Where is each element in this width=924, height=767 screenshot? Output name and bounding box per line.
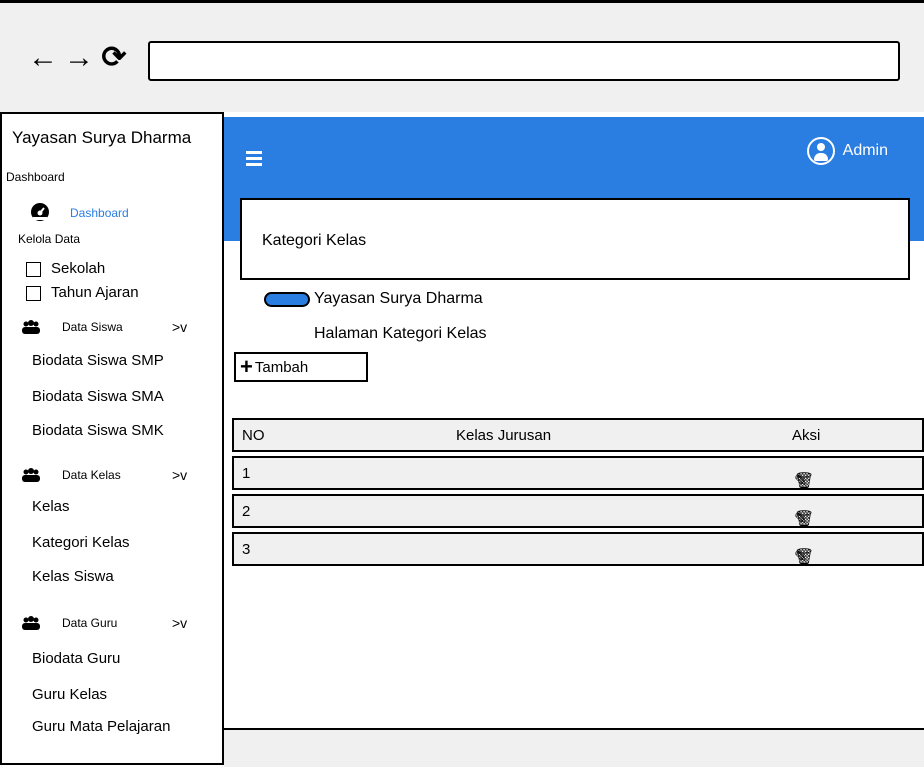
sidebar-group-label: Data Guru (62, 616, 118, 630)
checkbox-icon[interactable] (26, 261, 41, 277)
sidebar: Yayasan Surya Dharma Dashboard Dashboard… (0, 112, 224, 765)
sidebar-section-dashboard: Dashboard (6, 170, 65, 184)
users-icon (22, 468, 40, 482)
sidebar-item-kategori-kelas[interactable]: Kategori Kelas (32, 534, 130, 551)
sidebar-item-kelas[interactable]: Kelas (32, 498, 70, 515)
page-title-card: Kategori Kelas (240, 198, 910, 280)
checkbox-icon[interactable] (26, 285, 41, 301)
cell-no: 1 (242, 465, 251, 482)
cell-no: 2 (242, 503, 251, 520)
sidebar-item-label: Tahun Ajaran (51, 284, 139, 301)
sidebar-group-label: Data Siswa (62, 320, 123, 334)
sidebar-group-data-guru[interactable]: Data Guru >v (22, 615, 187, 631)
sidebar-section-kelola: Kelola Data (18, 232, 81, 246)
admin-user-menu[interactable]: Admin (806, 137, 888, 165)
user-avatar-icon (806, 137, 835, 165)
chevron-down-icon[interactable]: >v (172, 319, 187, 335)
sidebar-item-biodata-siswa-smk[interactable]: Biodata Siswa SMK (32, 422, 164, 439)
users-icon (22, 320, 40, 334)
admin-label: Admin (842, 142, 888, 159)
sidebar-item-dashboard[interactable]: Dashboard (70, 206, 129, 220)
browser-nav: ← → ⟳ (28, 43, 128, 73)
chevron-down-icon[interactable]: >v (172, 467, 187, 483)
sidebar-item-label: Sekolah (51, 260, 106, 277)
page-title: Kategori Kelas (262, 232, 367, 249)
delete-trash-icon[interactable]: 🗑 (794, 471, 814, 491)
sidebar-item-biodata-siswa-smp[interactable]: Biodata Siswa SMP (32, 352, 164, 369)
chevron-down-icon[interactable]: >v (172, 615, 187, 631)
dashboard-gauge-icon (31, 203, 49, 221)
footer-bar (224, 728, 924, 767)
sidebar-item-guru-kelas[interactable]: Guru Kelas (32, 686, 107, 703)
sidebar-item-biodata-guru[interactable]: Biodata Guru (32, 650, 120, 667)
sidebar-item-guru-mata-pelajaran[interactable]: Guru Mata Pelajaran (32, 718, 170, 735)
plus-icon: + (240, 354, 253, 379)
table-row: 2 ✎ 🗑 (232, 494, 924, 528)
sidebar-item-sekolah[interactable]: Sekolah (26, 260, 105, 277)
table-row: 3 ✎ 🗑 (232, 532, 924, 566)
sidebar-item-biodata-siswa-sma[interactable]: Biodata Siswa SMA (32, 388, 164, 405)
breadcrumb-item-home[interactable]: Yayasan Surya Dharma (314, 290, 483, 308)
sidebar-item-kelas-siswa[interactable]: Kelas Siswa (32, 568, 114, 585)
add-button-label: Tambah (254, 358, 309, 376)
sidebar-item-tahun-ajaran[interactable]: Tahun Ajaran (26, 284, 139, 301)
browser-toolbar: ← → ⟳ (0, 0, 924, 112)
breadcrumb-item-current: Halaman Kategori Kelas (314, 325, 487, 342)
delete-trash-icon[interactable]: 🗑 (794, 509, 814, 529)
url-bar[interactable] (148, 41, 900, 81)
column-header-no: NO (242, 427, 265, 444)
sidebar-brand: Yayasan Surya Dharma (12, 128, 192, 147)
table-header-row: NO Kelas Jurusan Aksi (232, 418, 924, 452)
hamburger-menu-icon[interactable] (246, 151, 262, 169)
kategori-kelas-table: NO Kelas Jurusan Aksi 1 ✎ 🗑 2 ✎ 🗑 3 ✎ 🗑 (232, 418, 924, 570)
back-arrow-icon[interactable]: ← (28, 43, 58, 73)
column-header-aksi: Aksi (792, 427, 821, 444)
sidebar-group-data-siswa[interactable]: Data Siswa >v (22, 319, 187, 335)
sidebar-group-data-kelas[interactable]: Data Kelas >v (22, 467, 187, 483)
users-icon (22, 616, 40, 630)
delete-trash-icon[interactable]: 🗑 (794, 547, 814, 567)
column-header-kelas-jurusan: Kelas Jurusan (456, 427, 552, 444)
add-button[interactable]: + Tambah (234, 352, 368, 382)
table-row: 1 ✎ 🗑 (232, 456, 924, 490)
forward-arrow-icon[interactable]: → (64, 43, 94, 73)
sidebar-group-label: Data Kelas (62, 468, 121, 482)
cell-no: 3 (242, 541, 251, 558)
reload-icon[interactable]: ⟳ (100, 43, 128, 73)
breadcrumb-home-icon[interactable] (264, 292, 310, 307)
